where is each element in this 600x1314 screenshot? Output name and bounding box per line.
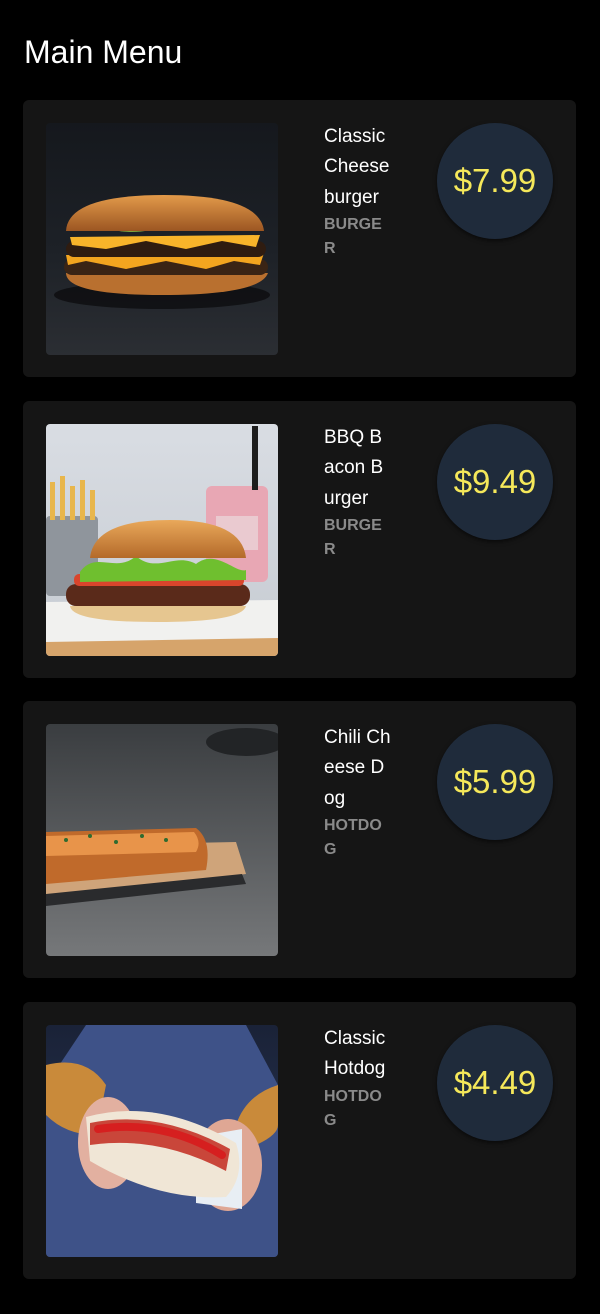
bbq-bacon-burger-image — [46, 424, 278, 656]
classic-hotdog-image — [46, 1025, 278, 1257]
menu-item-card[interactable]: Classic Cheeseburger BURGER $7.99 — [23, 100, 576, 377]
item-info: Chili Cheese Dog HOTDOG — [324, 723, 392, 862]
page-title: Main Menu — [24, 34, 183, 70]
cheeseburger-image — [46, 123, 278, 355]
menu-item-card[interactable]: Chili Cheese Dog HOTDOG $5.99 — [23, 701, 576, 978]
price-badge: $4.49 — [437, 1025, 553, 1141]
item-category: HOTDOG — [324, 1087, 382, 1129]
chili-cheese-dog-image — [46, 724, 278, 956]
item-info: Classic Cheeseburger BURGER — [324, 122, 392, 261]
item-name: Classic Cheeseburger — [324, 126, 390, 208]
item-category: BURGER — [324, 516, 382, 558]
item-category: HOTDOG — [324, 816, 382, 858]
item-info: Classic Hotdog HOTDOG — [324, 1024, 392, 1133]
price-badge: $5.99 — [437, 724, 553, 840]
item-name: Chili Cheese Dog — [324, 727, 391, 809]
menu-item-card[interactable]: Classic Hotdog HOTDOG $4.49 — [23, 1002, 576, 1279]
price-badge: $7.99 — [437, 123, 553, 239]
item-info: BBQ Bacon Burger BURGER — [324, 423, 392, 562]
menu-item-card[interactable]: BBQ Bacon Burger BURGER $9.49 — [23, 401, 576, 678]
item-name: BBQ Bacon Burger — [324, 427, 384, 509]
price-badge: $9.49 — [437, 424, 553, 540]
item-name: Classic Hotdog — [324, 1028, 386, 1080]
item-category: BURGER — [324, 215, 382, 257]
